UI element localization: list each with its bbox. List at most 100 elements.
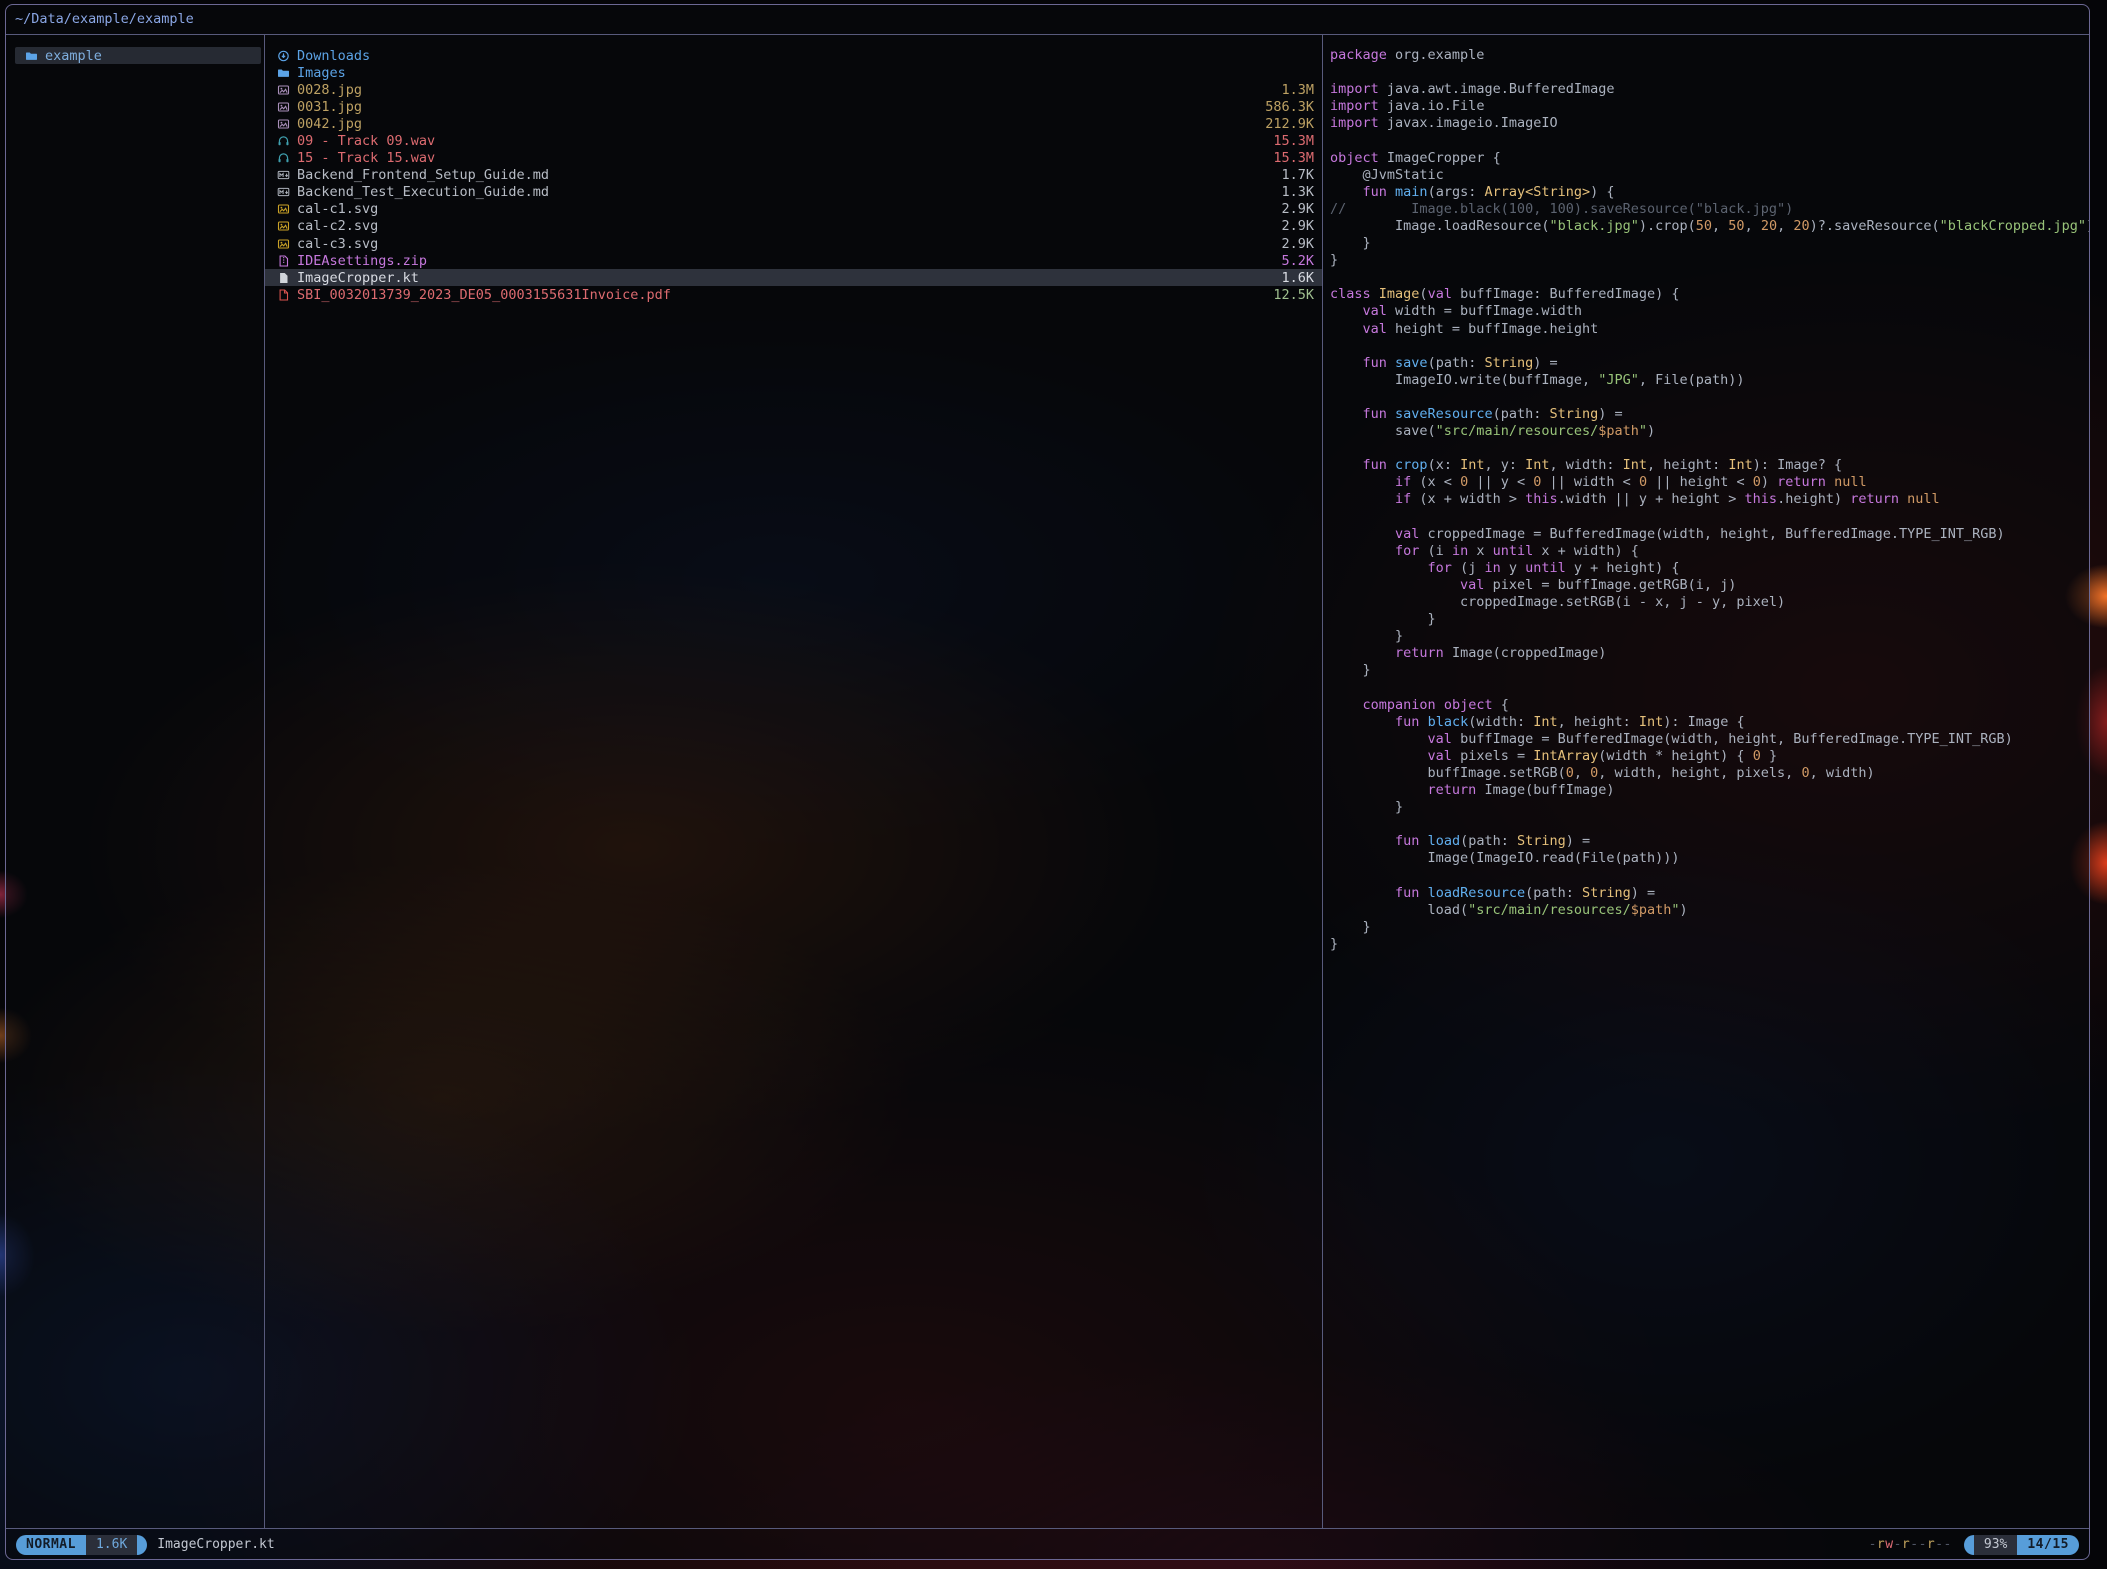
status-bar: NORMAL 1.6K ImageCropper.kt -rw-r--r-- 9… [6,1530,2089,1559]
code-line: Image(ImageIO.read(File(path))) [1330,850,2083,867]
code-line [1330,132,2083,149]
file-row[interactable]: SBI_0032013739_2023_DE05_0003155631Invoi… [265,286,1322,303]
cursor-position-badge: 14/15 [2017,1535,2079,1555]
file-name: cal-c3.svg [297,236,1269,252]
markdown-icon [277,169,290,181]
file-name: 0028.jpg [297,82,1269,98]
code-line: save("src/main/resources/$path") [1330,423,2083,440]
code-line [1330,440,2083,457]
code-line: // Image.black(100, 100).saveResource("b… [1330,201,2083,218]
code-line: } [1330,936,2083,953]
code-line [1330,389,2083,406]
code-line: import java.awt.image.BufferedImage [1330,81,2083,98]
powerline-cap-left-icon [1964,1535,1974,1555]
file-size: 5.2K [1281,253,1314,269]
code-line: fun load(path: String) = [1330,833,2083,850]
file-row[interactable]: cal-c2.svg 2.9K [265,218,1322,235]
file-size: 2.9K [1281,236,1314,252]
code-line: croppedImage.setRGB(i - x, j - y, pixel) [1330,594,2083,611]
code-line [1330,679,2083,696]
file-size: 2.9K [1281,218,1314,234]
code-line: if (x + width > this.width || y + height… [1330,491,2083,508]
code-line [1330,509,2083,526]
file-size: 1.6K [1281,270,1314,286]
code-line: val buffImage = BufferedImage(width, hei… [1330,731,2083,748]
code-line: fun main(args: Array<String>) { [1330,184,2083,201]
code-line: import java.io.File [1330,98,2083,115]
scroll-percent-badge: 93% [1974,1535,2017,1555]
file-list: DownloadsImages0028.jpg 1.3M0031.jpg586.3… [265,35,1323,1528]
pdf-icon [277,289,290,301]
code-line: } [1330,799,2083,816]
image-icon [277,118,290,130]
audio-icon [277,152,290,164]
code-line: val croppedImage = BufferedImage(width, … [1330,526,2083,543]
folder-icon [25,50,38,62]
code-line: } [1330,628,2083,645]
position-indicator-group: 93% 14/15 [1964,1535,2079,1555]
code-line: val pixels = IntArray(width * height) { … [1330,748,2083,765]
svg-image-icon [277,220,290,232]
file-row[interactable]: 09 - Track 09.wav 15.3M [265,132,1322,149]
code-line: return Image(buffImage) [1330,782,2083,799]
code-line: val pixel = buffImage.getRGB(i, j) [1330,577,2083,594]
file-row[interactable]: cal-c1.svg2.9K [265,201,1322,218]
code-line: fun black(width: Int, height: Int): Imag… [1330,714,2083,731]
file-name: 09 - Track 09.wav [297,133,1261,149]
file-row[interactable]: ImageCropper.kt 1.6K [265,269,1322,286]
code-line: if (x < 0 || y < 0 || width < 0 || heigh… [1330,474,2083,491]
code-line [1330,816,2083,833]
file-icon [277,272,290,284]
code-line: } [1330,919,2083,936]
code-line: } [1330,662,2083,679]
image-icon [277,84,290,96]
file-permissions: -rw-r--r-- [1869,1537,1952,1552]
code-line: class Image(val buffImage: BufferedImage… [1330,286,2083,303]
code-line: val height = buffImage.height [1330,321,2083,338]
terminal-window: ~/Data/example/example example Downloads… [5,4,2090,1560]
file-name: cal-c2.svg [297,218,1269,234]
parent-dir-label: example [45,48,102,64]
mode-badge: NORMAL [16,1535,86,1555]
current-path-title: ~/Data/example/example [6,5,2089,34]
mode-indicator-group: NORMAL 1.6K [16,1535,147,1555]
file-row[interactable]: Backend_Frontend_Setup_Guide.md1.7K [265,167,1322,184]
file-row[interactable]: IDEAsettings.zip5.2K [265,252,1322,269]
file-row[interactable]: 0031.jpg586.3K [265,98,1322,115]
code-line: package org.example [1330,47,2083,64]
download-folder-icon [277,50,290,62]
code-line: buffImage.setRGB(0, 0, width, height, pi… [1330,765,2083,782]
file-row[interactable]: 15 - Track 15.wav15.3M [265,150,1322,167]
file-name: Backend_Frontend_Setup_Guide.md [297,167,1269,183]
file-row[interactable]: Images [265,64,1322,81]
file-row[interactable]: cal-c3.svg 2.9K [265,235,1322,252]
code-line: fun loadResource(path: String) = [1330,885,2083,902]
folder-icon [277,67,290,79]
file-row[interactable]: 0042.jpg212.9K [265,115,1322,132]
code-line: load("src/main/resources/$path") [1330,902,2083,919]
code-line: fun save(path: String) = [1330,355,2083,372]
file-row[interactable]: 0028.jpg 1.3M [265,81,1322,98]
file-size: 15.3M [1273,133,1314,149]
code-line: for (i in x until x + width) { [1330,543,2083,560]
file-row[interactable]: Backend_Test_Execution_Guide.md1.3K [265,184,1322,201]
parent-dir-item[interactable]: example [15,47,261,64]
file-row[interactable]: Downloads [265,47,1322,64]
zip-icon [277,255,290,267]
file-name: ImageCropper.kt [297,270,1269,286]
code-line: fun crop(x: Int, y: Int, width: Int, hei… [1330,457,2083,474]
file-name: 0042.jpg [297,116,1253,132]
code-line: ImageIO.write(buffImage, "JPG", File(pat… [1330,372,2083,389]
zip-image-icon [277,238,290,250]
file-size: 12.5K [1273,287,1314,303]
file-size: 15.3M [1273,150,1314,166]
code-line: Image.loadResource("black.jpg").crop(50,… [1330,218,2083,235]
code-line: companion object { [1330,697,2083,714]
powerline-cap-right-icon [137,1535,147,1555]
file-manager-panes: example DownloadsImages0028.jpg 1.3M0031.… [6,34,2089,1529]
code-line: object ImageCropper { [1330,150,2083,167]
code-line [1330,338,2083,355]
code-line: } [1330,235,2083,252]
file-name: Downloads [297,48,1302,64]
file-size: 1.3M [1281,82,1314,98]
